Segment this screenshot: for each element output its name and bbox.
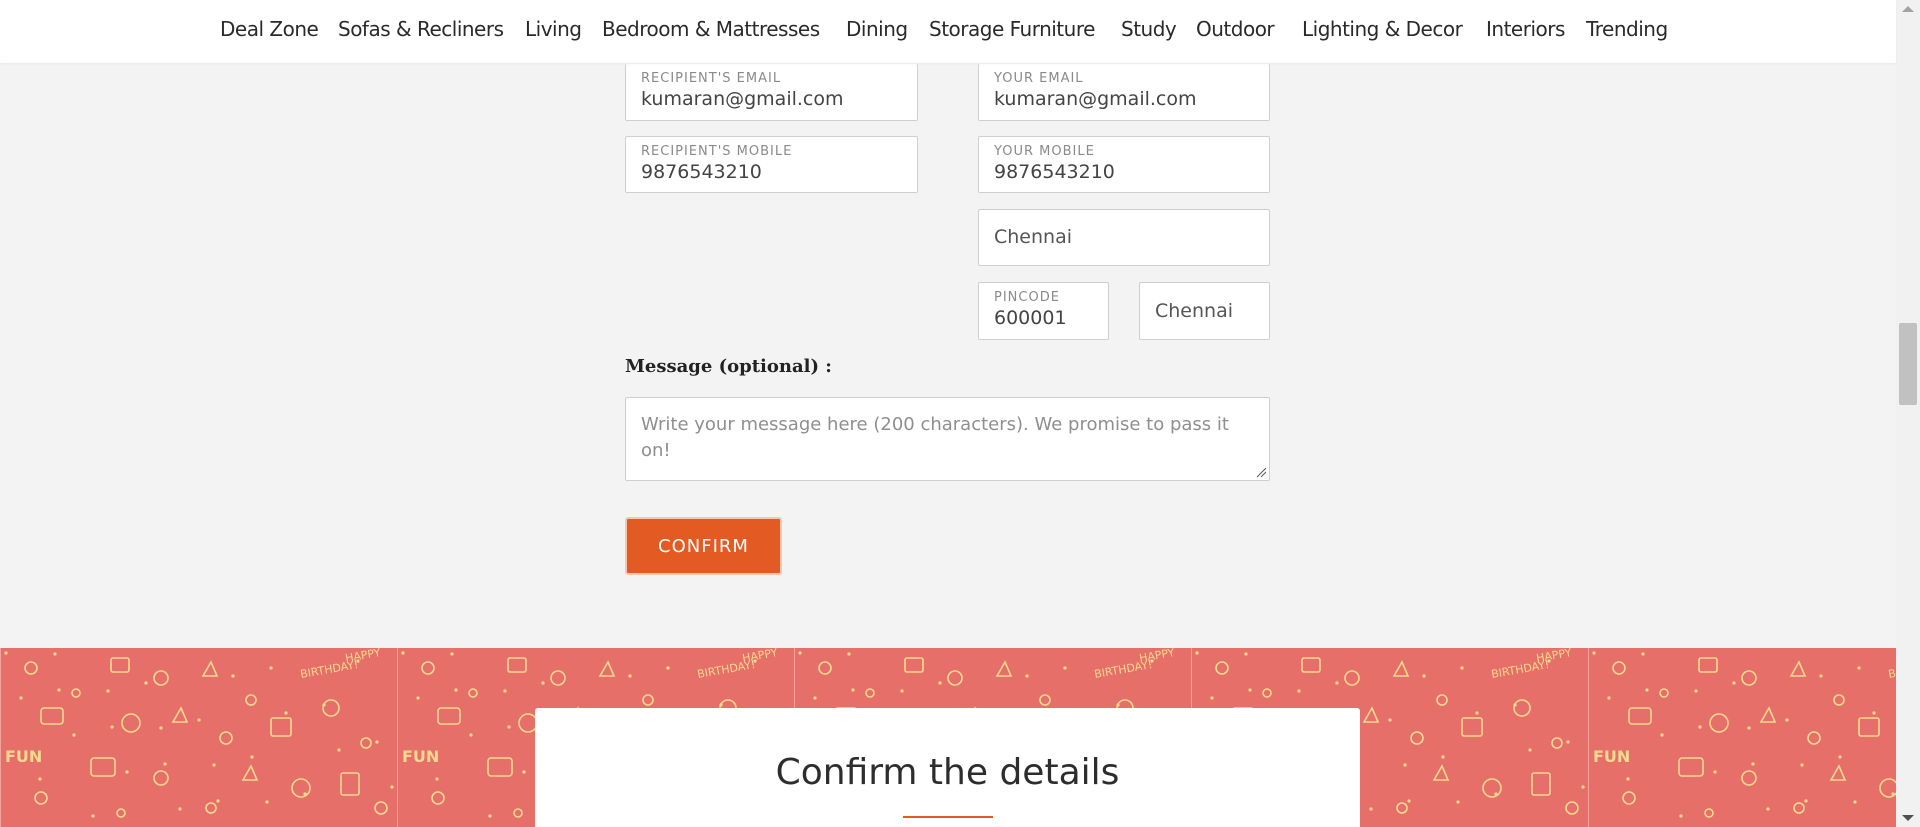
nav-item-lighting-decor[interactable]: Lighting & Decor — [1302, 17, 1463, 41]
message-label: Message (optional) : — [625, 356, 832, 377]
scroll-down-arrow-icon[interactable] — [1902, 815, 1914, 821]
confirm-button[interactable]: CONFIRM — [625, 517, 782, 575]
message-textarea[interactable]: Write your message here (200 characters)… — [625, 397, 1270, 481]
nav-item-study[interactable]: Study — [1121, 17, 1177, 41]
svg-text:BIRTHDAY!: BIRTHDAY! — [696, 658, 756, 681]
svg-text:BIRTHDAY!: BIRTHDAY! — [1490, 658, 1550, 681]
nav-item-trending[interactable]: Trending — [1586, 17, 1668, 41]
recipient-email-label: RECIPIENT'S EMAIL — [641, 71, 782, 86]
svg-text:FUN: FUN — [402, 747, 439, 766]
page-scrollbar[interactable] — [1896, 0, 1920, 827]
nav-item-deal-zone[interactable]: Deal Zone — [220, 17, 319, 41]
title-underline — [903, 816, 993, 818]
your-email-value: kumaran@gmail.com — [994, 88, 1197, 110]
city-value: Chennai — [994, 226, 1073, 248]
your-email-label: YOUR EMAIL — [994, 71, 1084, 86]
pattern-tile: HAPPYBIRTHDAY!FUN — [0, 648, 397, 827]
state-field[interactable]: Chennai — [1139, 282, 1270, 340]
confirm-details-title: Confirm the details — [775, 752, 1120, 793]
svg-text:BIRTHDAY!: BIRTHDAY! — [299, 658, 359, 681]
nav-item-storage-furniture[interactable]: Storage Furniture — [929, 17, 1095, 41]
confirm-details-card: Confirm the details — [535, 708, 1360, 827]
pincode-label: PINCODE — [994, 290, 1060, 305]
recipient-mobile-label: RECIPIENT'S MOBILE — [641, 144, 793, 159]
nav-item-interiors[interactable]: Interiors — [1486, 17, 1565, 41]
pincode-field[interactable]: PINCODE 600001 — [978, 282, 1109, 340]
confirm-button-label: CONFIRM — [658, 535, 749, 557]
message-placeholder: Write your message here (200 characters)… — [641, 414, 1229, 461]
state-value: Chennai — [1155, 300, 1234, 322]
svg-text:FUN: FUN — [1593, 747, 1630, 766]
recipient-email-field[interactable]: RECIPIENT'S EMAIL kumaran@gmail.com — [625, 64, 918, 121]
your-email-field[interactable]: YOUR EMAIL kumaran@gmail.com — [978, 64, 1270, 121]
nav-item-sofas-recliners[interactable]: Sofas & Recliners — [338, 17, 504, 41]
recipient-mobile-value: 9876543210 — [641, 161, 762, 183]
pattern-tile: HAPPYBIRTHDAY!FUN — [1588, 648, 1896, 827]
scroll-up-arrow-icon[interactable] — [1902, 6, 1914, 12]
svg-text:BIRTHDAY!: BIRTHDAY! — [1887, 658, 1896, 681]
city-field[interactable]: Chennai — [978, 209, 1270, 266]
scroll-thumb[interactable] — [1899, 323, 1917, 405]
top-navigation-bar: Deal Zone Sofas & Recliners Living Bedro… — [0, 0, 1896, 63]
recipient-mobile-field[interactable]: RECIPIENT'S MOBILE 9876543210 — [625, 136, 918, 193]
nav-list: Deal Zone Sofas & Recliners Living Bedro… — [0, 0, 1896, 63]
nav-item-outdoor[interactable]: Outdoor — [1196, 17, 1275, 41]
your-mobile-value: 9876543210 — [994, 161, 1115, 183]
your-mobile-label: YOUR MOBILE — [994, 144, 1095, 159]
resize-grip-icon[interactable] — [1255, 466, 1267, 478]
nav-item-bedroom-mattresses[interactable]: Bedroom & Mattresses — [602, 17, 820, 41]
nav-item-dining[interactable]: Dining — [846, 17, 908, 41]
svg-text:FUN: FUN — [5, 747, 42, 766]
your-mobile-field[interactable]: YOUR MOBILE 9876543210 — [978, 136, 1270, 193]
birthday-doodle-pattern: HAPPYBIRTHDAY!FUN — [4, 648, 394, 818]
nav-item-living[interactable]: Living — [525, 17, 582, 41]
svg-text:BIRTHDAY!: BIRTHDAY! — [1093, 658, 1153, 681]
pincode-value: 600001 — [994, 307, 1067, 329]
recipient-email-value: kumaran@gmail.com — [641, 88, 844, 110]
birthday-doodle-pattern: HAPPYBIRTHDAY!FUN — [1592, 651, 1896, 818]
